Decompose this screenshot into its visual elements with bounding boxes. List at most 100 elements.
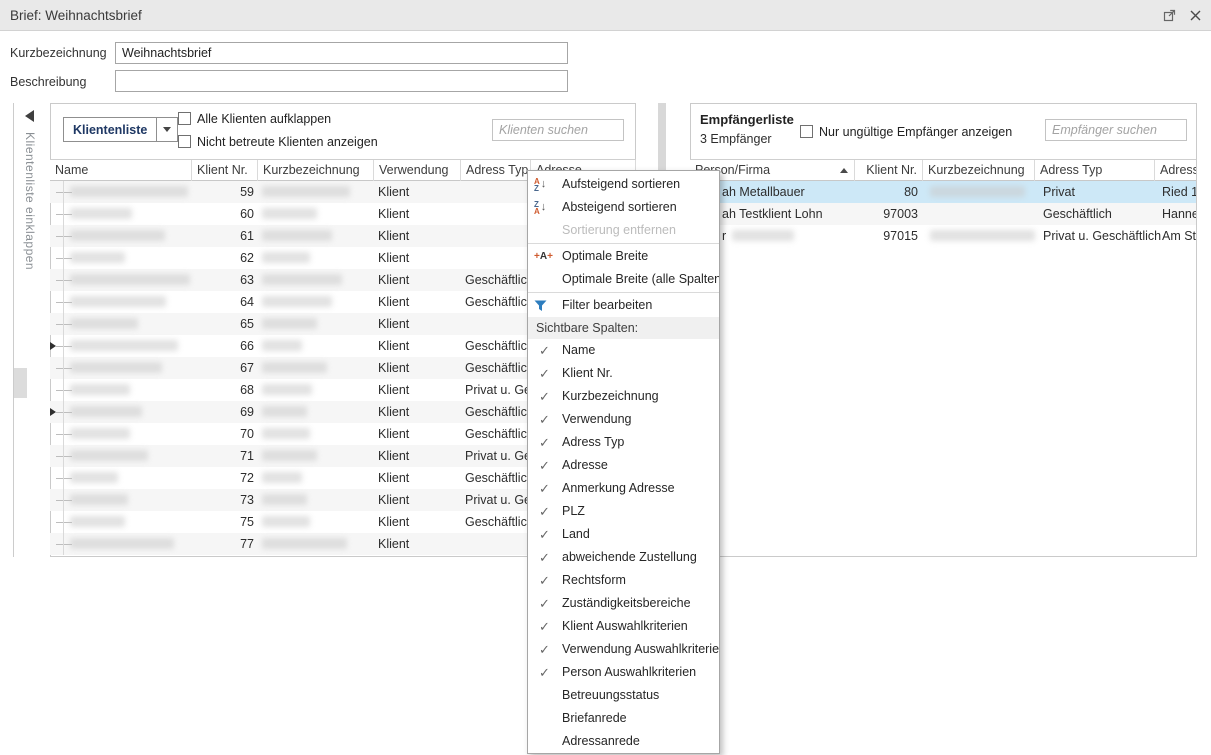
strip-divider	[13, 103, 14, 557]
menu-column-toggle-klient-nr-[interactable]: Klient Nr.✓	[528, 362, 719, 385]
redacted-name	[70, 406, 142, 417]
table-row[interactable]: ah Testklient Lohn97003GeschäftlichHanne	[690, 203, 1196, 225]
cell-klient-nr: 59	[192, 181, 254, 203]
redacted-name	[70, 186, 188, 197]
sort-ascending-icon: AZ↓	[534, 173, 558, 196]
cell-adresse: Hanne	[1162, 203, 1196, 225]
cell-verwendung: Klient	[378, 379, 463, 401]
redacted-kurzbezeichnung	[262, 384, 312, 395]
empfaenger-table: ah Metallbauer80PrivatRied 1,ah Testklie…	[690, 181, 1196, 251]
redacted-kurzbezeichnung	[930, 186, 1025, 197]
cell-verwendung: Klient	[378, 445, 463, 467]
menu-item-filter-bearbeiten[interactable]: Filter bearbeiten	[528, 294, 719, 317]
kurzbezeichnung-label: Kurzbezeichnung	[10, 46, 107, 60]
cell-klient-nr: 80	[855, 181, 918, 203]
menu-item-sortierung-entfernen[interactable]: Sortierung entfernen	[528, 219, 719, 242]
redacted-name	[70, 472, 118, 483]
menu-item-absteigend-sortieren[interactable]: Absteigend sortierenZA↓	[528, 196, 719, 219]
cell-verwendung: Klient	[378, 269, 463, 291]
cell-klient-nr: 61	[192, 225, 254, 247]
chevron-down-icon[interactable]	[156, 118, 177, 141]
redacted-kurzbezeichnung	[262, 516, 310, 527]
menu-column-toggle-verwendung-auswahlkriterien[interactable]: Verwendung Auswahlkriterien✓	[528, 638, 719, 661]
menu-column-toggle-plz[interactable]: PLZ✓	[528, 500, 719, 523]
menu-column-toggle-adress-typ[interactable]: Adress Typ✓	[528, 431, 719, 454]
redacted-kurzbezeichnung	[262, 296, 332, 307]
menu-column-toggle-rechtsform[interactable]: Rechtsform✓	[528, 569, 719, 592]
cell-klient-nr: 66	[192, 335, 254, 357]
column-header-verwendung[interactable]: Verwendung	[374, 160, 461, 181]
empfaenger-table-clip: Person/FirmaKlient Nr.KurzbezeichnungAdr…	[690, 159, 1196, 557]
cell-klient-nr: 75	[192, 511, 254, 533]
menu-column-toggle-kurzbezeichnung[interactable]: Kurzbezeichnung✓	[528, 385, 719, 408]
column-header-adress-typ[interactable]: Adress Typ	[1035, 160, 1155, 181]
menu-column-toggle-adressanrede[interactable]: Adressanrede	[528, 730, 719, 753]
menu-column-toggle-zust-ndigkeitsbereiche[interactable]: Zuständigkeitsbereiche✓	[528, 592, 719, 615]
splitter-grip[interactable]	[14, 368, 27, 398]
collapse-panel-label[interactable]: Klientenliste einklappen	[23, 132, 37, 270]
table-row[interactable]: r97015Privat u. GeschäftlichAm Sta	[690, 225, 1196, 247]
redacted-name	[70, 428, 130, 439]
table-row[interactable]: ah Metallbauer80PrivatRied 1,	[690, 181, 1196, 203]
checkmark-icon: ✓	[539, 615, 559, 638]
empfaenger-search-input[interactable]	[1045, 119, 1187, 141]
redacted-name	[70, 340, 178, 351]
column-header-adress-typ[interactable]: Adress Typ	[461, 160, 531, 181]
redacted-kurzbezeichnung	[262, 230, 332, 241]
nur-ungueltige-empfaenger-checkbox[interactable]	[800, 125, 813, 138]
optimal-width-icon: +A+	[534, 245, 558, 268]
collapse-panel-icon[interactable]	[25, 110, 34, 122]
menu-column-toggle-person-auswahlkriterien[interactable]: Person Auswahlkriterien✓	[528, 661, 719, 684]
cell-person-firma: ah Testklient Lohn	[722, 203, 852, 225]
klienten-search-input[interactable]	[492, 119, 624, 141]
menu-column-toggle-betreuungsstatus[interactable]: Betreuungsstatus	[528, 684, 719, 707]
cell-verwendung: Klient	[378, 489, 463, 511]
beschreibung-field[interactable]	[115, 70, 568, 92]
cell-verwendung: Klient	[378, 335, 463, 357]
column-header-kurzbezeichnung[interactable]: Kurzbezeichnung	[258, 160, 374, 181]
redacted-kurzbezeichnung	[262, 252, 310, 263]
menu-item-optimale-breite-alle-spalten-[interactable]: Optimale Breite (alle Spalten)	[528, 268, 719, 291]
menu-column-toggle-klient-auswahlkriterien[interactable]: Klient Auswahlkriterien✓	[528, 615, 719, 638]
column-header-kurzbezeichnung[interactable]: Kurzbezeichnung	[923, 160, 1035, 181]
redacted-kurzbezeichnung	[262, 406, 307, 417]
column-header-adresse[interactable]: Adresse	[1155, 160, 1196, 181]
column-header-name[interactable]: Name	[50, 160, 192, 181]
cell-adresse: Am Sta	[1162, 225, 1196, 247]
redacted-name	[70, 252, 125, 263]
checkmark-icon: ✓	[539, 431, 559, 454]
sort-descending-icon: ZA↓	[534, 196, 558, 219]
menu-column-toggle-abweichende-zustellung[interactable]: abweichende Zustellung✓	[528, 546, 719, 569]
column-header-klient-nr-[interactable]: Klient Nr.	[192, 160, 258, 181]
cell-klient-nr: 69	[192, 401, 254, 423]
checkmark-icon: ✓	[539, 638, 559, 661]
cell-klient-nr: 65	[192, 313, 254, 335]
popout-icon[interactable]	[1161, 7, 1177, 23]
kurzbezeichnung-field[interactable]	[115, 42, 568, 64]
nicht-betreute-klienten-checkbox[interactable]	[178, 135, 191, 148]
checkmark-icon: ✓	[539, 546, 559, 569]
menu-item-aufsteigend-sortieren[interactable]: Aufsteigend sortierenAZ↓	[528, 173, 719, 196]
redacted-name	[70, 362, 162, 373]
redacted-name	[70, 318, 138, 329]
nur-ungueltige-empfaenger-label: Nur ungültige Empfänger anzeigen	[819, 125, 1012, 139]
redacted-kurzbezeichnung	[262, 186, 350, 197]
menu-column-toggle-anmerkung-adresse[interactable]: Anmerkung Adresse✓	[528, 477, 719, 500]
alle-klienten-aufklappen-checkbox[interactable]	[178, 112, 191, 125]
column-header-klient-nr-[interactable]: Klient Nr.	[855, 160, 923, 181]
cell-klient-nr: 71	[192, 445, 254, 467]
close-icon[interactable]	[1187, 7, 1203, 23]
cell-klient-nr: 67	[192, 357, 254, 379]
menu-column-toggle-adresse[interactable]: Adresse✓	[528, 454, 719, 477]
menu-column-toggle-name[interactable]: Name✓	[528, 339, 719, 362]
menu-column-toggle-land[interactable]: Land✓	[528, 523, 719, 546]
menu-item-optimale-breite[interactable]: Optimale Breite+A+	[528, 245, 719, 268]
redacted-name	[70, 384, 130, 395]
redacted-kurzbezeichnung	[262, 472, 302, 483]
klientenliste-dropdown-button[interactable]: Klientenliste	[63, 117, 178, 142]
cell-klient-nr: 97003	[855, 203, 918, 225]
menu-column-toggle-verwendung[interactable]: Verwendung✓	[528, 408, 719, 431]
title-bar: Brief: Weihnachtsbrief	[0, 0, 1211, 31]
cell-verwendung: Klient	[378, 511, 463, 533]
menu-column-toggle-briefanrede[interactable]: Briefanrede	[528, 707, 719, 730]
